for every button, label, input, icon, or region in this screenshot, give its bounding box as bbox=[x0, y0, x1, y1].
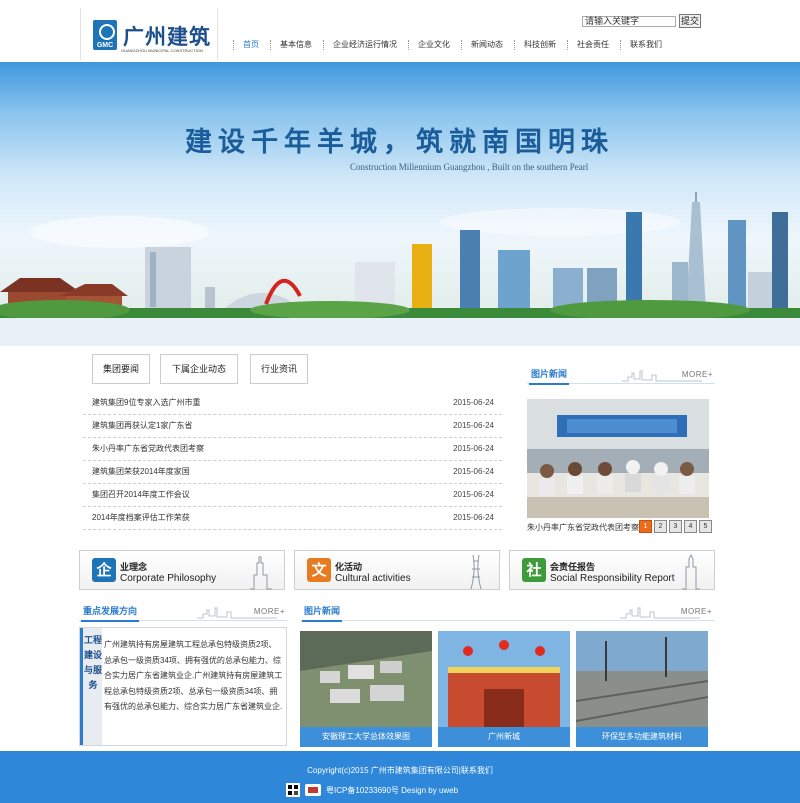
vertical-label-text: 工程建设与服务 bbox=[84, 635, 103, 690]
logo-subtitle: GUANGZHOU MUNICIPAL CONSTRUCTION bbox=[121, 48, 203, 53]
feature-subtitle: Social Responsibility Report bbox=[550, 573, 675, 584]
main-nav: 首页 基本信息 企业经济运行情况 企业文化 新闻动态 科技创新 社会责任 联系我… bbox=[233, 38, 673, 52]
feature-title: 业理念 bbox=[120, 562, 148, 572]
responsibility-icon: 社 bbox=[522, 558, 546, 582]
culture-icon: 文 bbox=[307, 558, 331, 582]
image-news-caption[interactable]: 广州新城 bbox=[438, 727, 570, 747]
pager-button-1[interactable]: 1 bbox=[639, 520, 652, 533]
news-date: 2015-06-24 bbox=[453, 398, 494, 407]
key-development-header: 重点发展方向 MORE+ bbox=[79, 605, 287, 622]
image-news-caption[interactable]: 安徽理工大学总体效果图 bbox=[300, 727, 432, 747]
more-link[interactable]: MORE+ bbox=[682, 370, 713, 379]
tab-subsidiary-news[interactable]: 下属企业动态 bbox=[160, 354, 238, 384]
news-list: 建筑集团9位专家入选广州市重 2015-06-24 建筑集团再获认定1家广东省 20… bbox=[83, 392, 502, 530]
feature-subtitle: Corporate Philosophy bbox=[120, 573, 217, 584]
photo-news-header: 图片新闻 MORE+ bbox=[527, 368, 715, 385]
news-date: 2015-06-24 bbox=[453, 490, 494, 499]
news-date: 2015-06-24 bbox=[453, 444, 494, 453]
banner-slogan: 建设千年羊城，筑就南国明珠 bbox=[185, 127, 614, 158]
photo-news-image[interactable] bbox=[527, 399, 709, 518]
news-title[interactable]: 集团召开2014年度工作会议 bbox=[92, 484, 190, 505]
news-date: 2015-06-24 bbox=[453, 513, 494, 522]
section-title: 重点发展方向 bbox=[81, 605, 140, 622]
hero-banner: 建设千年羊城，筑就南国明珠 Construction Millennium Gu… bbox=[0, 62, 800, 346]
pager-button-5[interactable]: 5 bbox=[699, 520, 712, 533]
qr-code-icon bbox=[286, 783, 300, 797]
key-development-box: 工程建设与服务 广州建筑持有房屋建筑工程总承包特级资质2项、总承包一级资质34项… bbox=[79, 627, 287, 746]
more-link[interactable]: MORE+ bbox=[254, 607, 285, 616]
logo-name: 广州建筑 bbox=[123, 24, 211, 49]
news-date: 2015-06-24 bbox=[453, 421, 494, 430]
list-item[interactable]: 朱小丹率广东省党政代表团考察 2015-06-24 bbox=[83, 438, 502, 461]
list-item[interactable]: 2014年度档案评估工作荣获 2015-06-24 bbox=[83, 507, 502, 530]
tab-group-news[interactable]: 集团要闻 bbox=[92, 354, 150, 384]
feature-title: 会责任报告 bbox=[550, 562, 596, 572]
nav-item-economy[interactable]: 企业经济运行情况 bbox=[323, 38, 408, 52]
philosophy-icon: 企 bbox=[92, 558, 116, 582]
tower-deco-icon bbox=[250, 556, 272, 590]
tower-deco-icon bbox=[682, 553, 700, 590]
news-title[interactable]: 朱小丹率广东省党政代表团考察 bbox=[92, 438, 204, 459]
city-skyline-image bbox=[0, 192, 800, 346]
site-logo[interactable]: 广州建筑 GUANGZHOU MUNICIPAL CONSTRUCTION bbox=[80, 8, 218, 60]
section-title: 图片新闻 bbox=[529, 368, 570, 385]
nav-item-home[interactable]: 首页 bbox=[233, 38, 270, 52]
feature-corporate-philosophy[interactable]: 企 业理念 Corporate Philosophy bbox=[79, 550, 285, 590]
site-footer: Copyright(c)2015 广州市建筑集团有限公司|联系我们 粤ICP备1… bbox=[0, 751, 800, 803]
list-item[interactable]: 建筑集团荣获2014年度家国 2015-06-24 bbox=[83, 461, 502, 484]
news-date: 2015-06-24 bbox=[453, 467, 494, 476]
feature-cultural-activities[interactable]: 文 化活动 Cultural activities bbox=[294, 550, 500, 590]
nav-item-innovation[interactable]: 科技创新 bbox=[514, 38, 567, 52]
nav-item-contact[interactable]: 联系我们 bbox=[620, 38, 673, 52]
image-news-item[interactable]: 广州新城 bbox=[438, 631, 570, 747]
pager-button-2[interactable]: 2 bbox=[654, 520, 667, 533]
pager-button-3[interactable]: 3 bbox=[669, 520, 682, 533]
vertical-label: 工程建设与服务 bbox=[80, 628, 102, 745]
list-item[interactable]: 建筑集团再获认定1家广东省 2015-06-24 bbox=[83, 415, 502, 438]
nav-item-culture[interactable]: 企业文化 bbox=[408, 38, 461, 52]
image-news-item[interactable]: 环保型多功能建筑材料 bbox=[576, 631, 708, 747]
list-item[interactable]: 建筑集团9位专家入选广州市重 2015-06-24 bbox=[83, 392, 502, 415]
nav-item-news[interactable]: 新闻动态 bbox=[461, 38, 514, 52]
news-title[interactable]: 建筑集团荣获2014年度家国 bbox=[92, 461, 190, 482]
footer-copyright: Copyright(c)2015 广州市建筑集团有限公司|联系我们 bbox=[307, 766, 493, 775]
pager-button-4[interactable]: 4 bbox=[684, 520, 697, 533]
nav-item-basic-info[interactable]: 基本信息 bbox=[270, 38, 323, 52]
feature-title: 化活动 bbox=[335, 562, 363, 572]
news-title[interactable]: 建筑集团9位专家入选广州市重 bbox=[92, 392, 200, 413]
tower-deco-icon bbox=[470, 554, 482, 590]
feature-subtitle: Cultural activities bbox=[335, 573, 411, 584]
gmc-logo-icon bbox=[93, 20, 117, 50]
section-title: 图片新闻 bbox=[302, 605, 343, 622]
image-news-caption[interactable]: 环保型多功能建筑材料 bbox=[576, 727, 708, 747]
list-item[interactable]: 集团召开2014年度工作会议 2015-06-24 bbox=[83, 484, 502, 507]
photo-news-caption[interactable]: 朱小丹率广东省党政代表团考察 bbox=[527, 522, 639, 533]
footer-icp: 粤ICP备10233690号 Design by uweb bbox=[326, 786, 459, 795]
carousel-pager: 1 2 3 4 5 bbox=[639, 520, 714, 533]
image-news-header: 图片新闻 MORE+ bbox=[300, 605, 714, 622]
nav-item-responsibility[interactable]: 社会责任 bbox=[567, 38, 620, 52]
search-input[interactable]: 请输入关键字 bbox=[582, 16, 676, 27]
more-link[interactable]: MORE+ bbox=[681, 607, 712, 616]
tab-industry-news[interactable]: 行业资讯 bbox=[250, 354, 308, 384]
icp-badge-icon bbox=[305, 784, 321, 796]
site-header: 广州建筑 GUANGZHOU MUNICIPAL CONSTRUCTION 请输… bbox=[0, 0, 800, 62]
key-development-text: 广州建筑持有房屋建筑工程总承包特级资质2项、总承包一级资质34项、拥有强优的总承… bbox=[104, 640, 283, 711]
news-title[interactable]: 建筑集团再获认定1家广东省 bbox=[92, 415, 192, 436]
image-news-item[interactable]: 安徽理工大学总体效果图 bbox=[300, 631, 432, 747]
search-submit-button[interactable]: 提交 bbox=[679, 14, 701, 28]
feature-social-responsibility[interactable]: 社 会责任报告 Social Responsibility Report bbox=[509, 550, 715, 590]
news-title[interactable]: 2014年度档案评估工作荣获 bbox=[92, 507, 190, 528]
banner-subtitle: Construction Millennium Guangzhou , Buil… bbox=[350, 162, 589, 172]
